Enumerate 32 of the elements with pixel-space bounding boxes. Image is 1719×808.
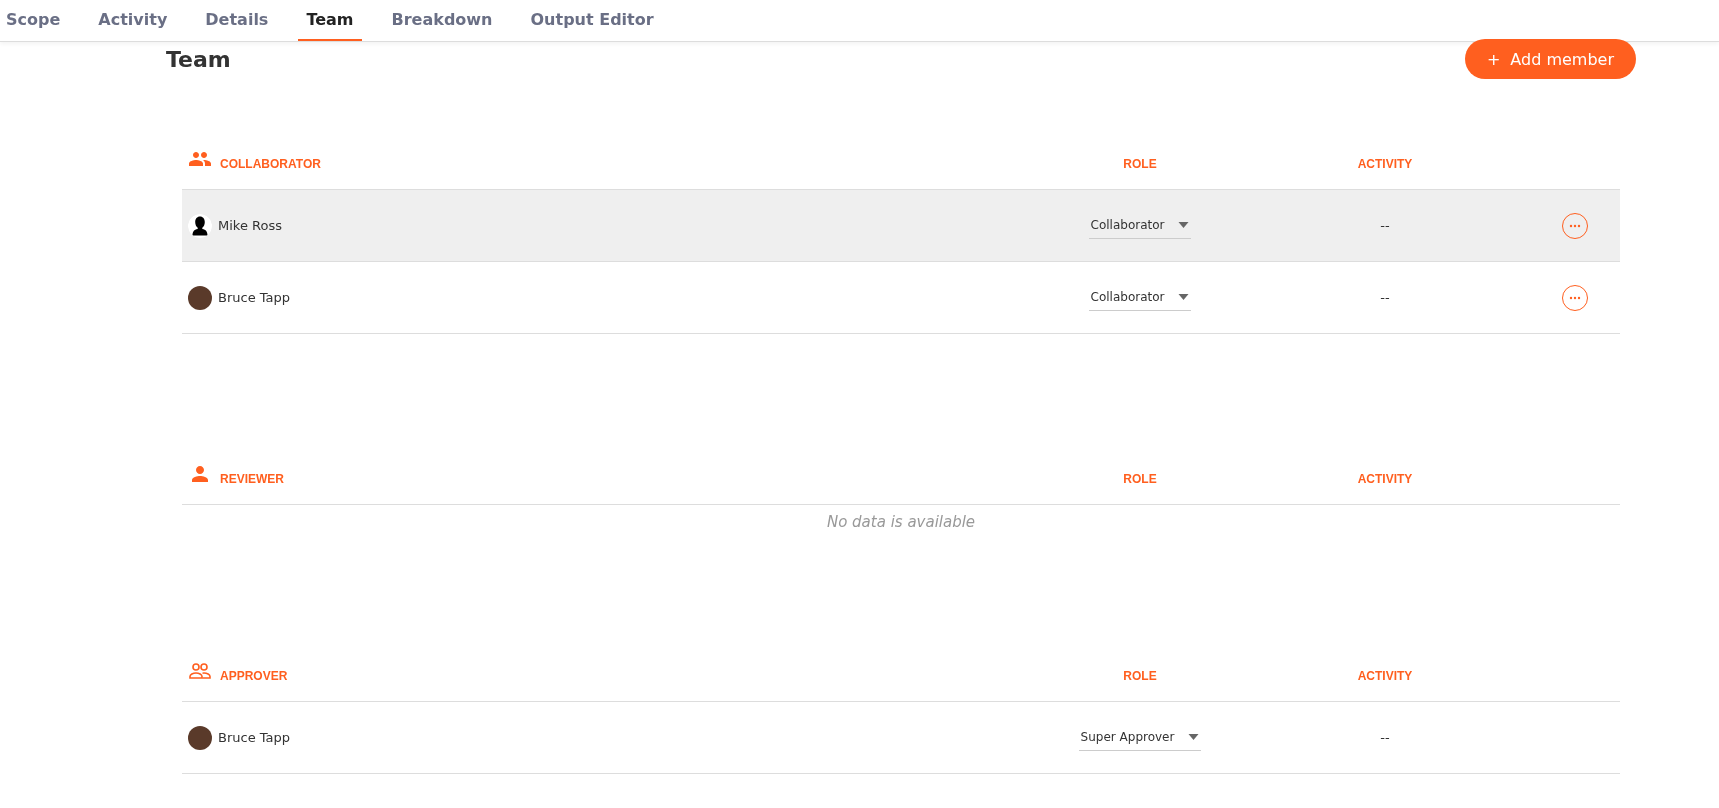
column-header: ROLE: [1122, 472, 1158, 486]
page-title: Team: [166, 46, 231, 72]
column-header: ACTIVITY: [1356, 669, 1414, 683]
column-header: ROLE: [1122, 669, 1158, 683]
role-dropdown[interactable]: Collaborator: [1088, 212, 1192, 239]
activity-value: --: [1379, 290, 1391, 305]
add-member-button[interactable]: + Add member: [1464, 39, 1636, 79]
tab[interactable]: Details: [197, 0, 277, 41]
role-dropdown[interactable]: Collaborator: [1088, 284, 1192, 311]
member-name: Mike Ross: [218, 218, 282, 233]
caret-icon: [1188, 734, 1200, 740]
section-title: COLLABORATOR: [220, 157, 321, 171]
member-name: Bruce Tapp: [218, 290, 291, 305]
section-title: APPROVER: [220, 669, 288, 683]
tab[interactable]: Scope: [0, 0, 69, 41]
tab[interactable]: Output Editor: [522, 0, 662, 41]
caret-icon: [1178, 222, 1190, 228]
member-name: Bruce Tapp: [218, 730, 291, 745]
caret-icon: [1178, 294, 1190, 300]
tab[interactable]: Activity: [90, 0, 176, 41]
tab[interactable]: Team: [298, 0, 362, 41]
ellipsis-icon: [1569, 223, 1581, 228]
activity-value: --: [1379, 730, 1391, 745]
column-header: ROLE: [1122, 157, 1158, 171]
role-dropdown[interactable]: Super Approver: [1078, 724, 1202, 751]
section-title: REVIEWER: [220, 472, 284, 486]
column-header: ACTIVITY: [1356, 472, 1414, 486]
activity-value: --: [1379, 218, 1391, 233]
column-header: ACTIVITY: [1356, 157, 1414, 171]
ellipsis-icon: [1569, 295, 1581, 300]
empty-message: No data is available: [825, 512, 977, 531]
tab[interactable]: Breakdown: [383, 0, 501, 41]
